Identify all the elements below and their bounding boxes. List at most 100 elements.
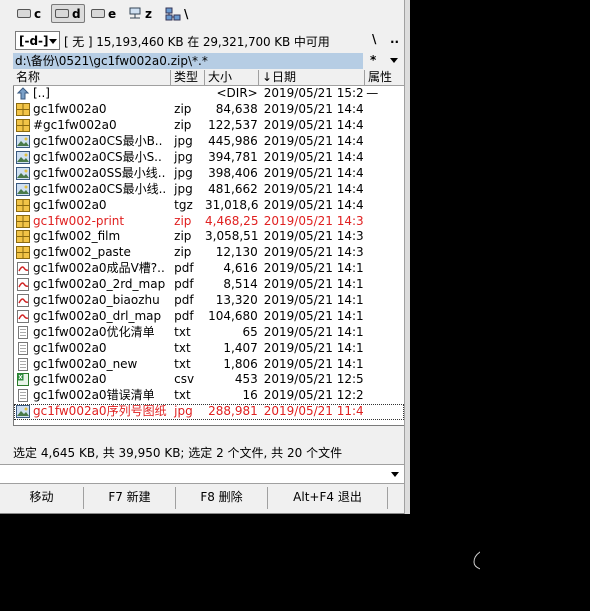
file-row[interactable]: gc1fw002-print zip 4,468,258 2019/05/21 14:… [14,213,404,229]
file-name-cell: gc1fw002a0成品V槽?.. [14,261,171,276]
file-name-cell: gc1fw002a0SS最小线.. [14,166,171,181]
img-file-icon [16,405,30,419]
zip-file-icon [16,246,30,260]
file-name-cell: #gc1fw002a0 [14,118,171,133]
window-border [404,0,410,514]
fn-key-button[interactable]: F8 删除 [176,487,268,509]
parent-dir-button[interactable]: .. [390,32,399,46]
file-name-cell: gc1fw002_paste [14,245,171,260]
network-icon [165,7,181,21]
file-ext: jpg [174,134,193,149]
file-date: 2019/05/21 14:46-a– [263,102,364,117]
file-size: 122,537 [208,118,258,133]
file-name: gc1fw002a0优化清单 [33,324,155,339]
file-size: 1,806 [223,356,258,371]
txt-file-icon [16,341,30,355]
command-history-dropdown-icon[interactable] [391,472,399,477]
file-row[interactable]: gc1fw002a0 tgz 31,018,607 2019/05/21 14:41-… [14,197,404,213]
file-date: 2019/05/21 14:37-a– [263,229,364,244]
drive-button-d[interactable]: d [51,4,85,23]
file-name: gc1fw002a0CS最小S.. [33,150,162,164]
file-ext: txt [174,356,191,371]
file-list[interactable]: [..] <DIR> 2019/05/21 15:24—— gc1fw002a0 zip… [13,86,405,426]
file-ext: pdf [174,308,194,323]
file-row[interactable]: gc1fw002_paste zip 12,130 2019/05/21 14:37-… [14,245,404,261]
file-name: gc1fw002_paste [33,245,131,260]
file-name-cell: gc1fw002a0错误清单 [14,388,171,403]
drive-icon [91,9,105,18]
file-row[interactable]: gc1fw002a0SS最小线.. jpg 398,406 2019/05/21 14… [14,165,404,181]
file-row[interactable]: #gc1fw002a0 zip 122,537 2019/05/21 14:46-a– [14,118,404,134]
file-row[interactable]: gc1fw002a0_biaozhu pdf 13,320 2019/05/21 14… [14,293,404,309]
file-row[interactable]: gc1fw002a0错误清单 txt 16 2019/05/21 12:23-a– [14,388,404,404]
file-name: gc1fw002a0_2rd_map [33,277,166,292]
file-name-cell: gc1fw002a0 [14,341,171,356]
drive-combo[interactable]: [-d-] [15,31,60,50]
file-row[interactable]: gc1fw002a0成品V槽?.. pdf 4,616 2019/05/21 14:1… [14,261,404,277]
file-row[interactable]: gc1fw002a0_new txt 1,806 2019/05/21 14:13-a… [14,356,404,372]
file-date: 2019/05/21 14:13-a– [263,356,364,371]
drive-combo-value: [-d-] [19,33,49,48]
file-row[interactable]: gc1fw002a0序列号图纸 jpg 288,981 2019/05/21 11:4… [14,403,404,420]
fn-key-button[interactable]: Alt+F4 退出 [268,487,388,509]
file-row[interactable]: gc1fw002a0CS最小S.. jpg 394,781 2019/05/21 14… [14,150,404,166]
file-row[interactable]: gc1fw002a0CS最小B.. jpg 445,986 2019/05/21 14… [14,134,404,150]
drive-button-e[interactable]: e [88,4,119,23]
file-name-cell: gc1fw002a0 [14,102,171,117]
file-row[interactable]: gc1fw002a0 txt 1,407 2019/05/21 14:13-a– [14,340,404,356]
file-name: gc1fw002a0 [33,102,107,117]
drive-button-z[interactable]: z [125,4,155,23]
fn-key-button[interactable]: F7 新建 [84,487,176,509]
file-size: 12,130 [215,245,258,260]
file-row[interactable]: gc1fw002a0优化清单 txt 65 2019/05/21 14:18-a– [14,324,404,340]
file-name: gc1fw002a0成品V槽?.. [33,261,165,276]
file-name: gc1fw002a0 [33,340,107,355]
parent-dir-row[interactable]: [..] <DIR> 2019/05/21 15:24—— [14,86,404,102]
command-line-input[interactable] [0,464,404,484]
drive-button-root[interactable]: \ [162,4,191,23]
file-row[interactable]: gc1fw002a0_drl_map pdf 104,680 2019/05/21 1… [14,308,404,324]
file-row[interactable]: gc1fw002a0 zip 84,638 2019/05/21 14:46-a– [14,102,404,118]
filter-button[interactable]: * [370,53,376,67]
column-header-size[interactable]: 大小 [205,70,259,86]
file-row[interactable]: gc1fw002a0CS最小线.. jpg 481,662 2019/05/21 14… [14,181,404,197]
pdf-file-icon [16,294,30,308]
drive-label: d [72,6,81,21]
fn-key-button[interactable]: 移动 [0,487,84,509]
file-ext: zip [174,213,192,228]
zip-file-icon [16,103,30,117]
file-ext: jpg [174,150,193,164]
file-size: 1,407 [223,340,258,355]
img-file-icon [16,151,30,164]
current-path[interactable]: d:\备份\0521\gc1fw002a0.zip\*.* [13,53,363,69]
drive-button-c[interactable]: c [14,4,44,23]
column-header-attr[interactable]: 属性 [365,70,405,86]
file-row[interactable]: gc1fw002a0 csv 453 2019/05/21 12:59-a– [14,372,404,388]
file-name-cell: gc1fw002a0序列号图纸 [14,404,171,419]
file-name: #gc1fw002a0 [33,118,117,133]
file-ext: jpg [174,404,193,419]
root-dir-button[interactable]: \ [372,32,376,46]
column-header-name[interactable]: 名称 [13,70,171,86]
file-date: 2019/05/21 14:37-a– [263,245,364,260]
file-name: gc1fw002a0_new [33,356,138,371]
file-size: 104,680 [208,308,258,323]
file-ext: zip [174,118,192,133]
file-date: 2019/05/21 15:24— [263,86,364,101]
zip-file-icon [16,230,30,244]
background-window-outline [473,551,480,570]
drive-icon [128,7,142,20]
file-size: 445,986 [208,134,258,149]
csv-file-icon [16,373,30,387]
file-date: 2019/05/21 14:45-a– [263,134,364,149]
file-ext: jpg [174,181,193,196]
txt-file-icon [16,389,30,403]
column-header-ext[interactable]: 类型 [171,70,205,86]
zip-file-icon [16,119,30,133]
file-date: 2019/05/21 14:38-a– [263,213,364,228]
file-row[interactable]: gc1fw002a0_2rd_map pdf 8,514 2019/05/21 14:… [14,277,404,293]
column-header-date[interactable]: ↓日期 [259,70,365,86]
file-row[interactable]: gc1fw002_film zip 3,058,511 2019/05/21 14:3… [14,229,404,245]
history-dropdown-icon[interactable] [390,58,398,63]
file-attr: — [366,86,379,101]
